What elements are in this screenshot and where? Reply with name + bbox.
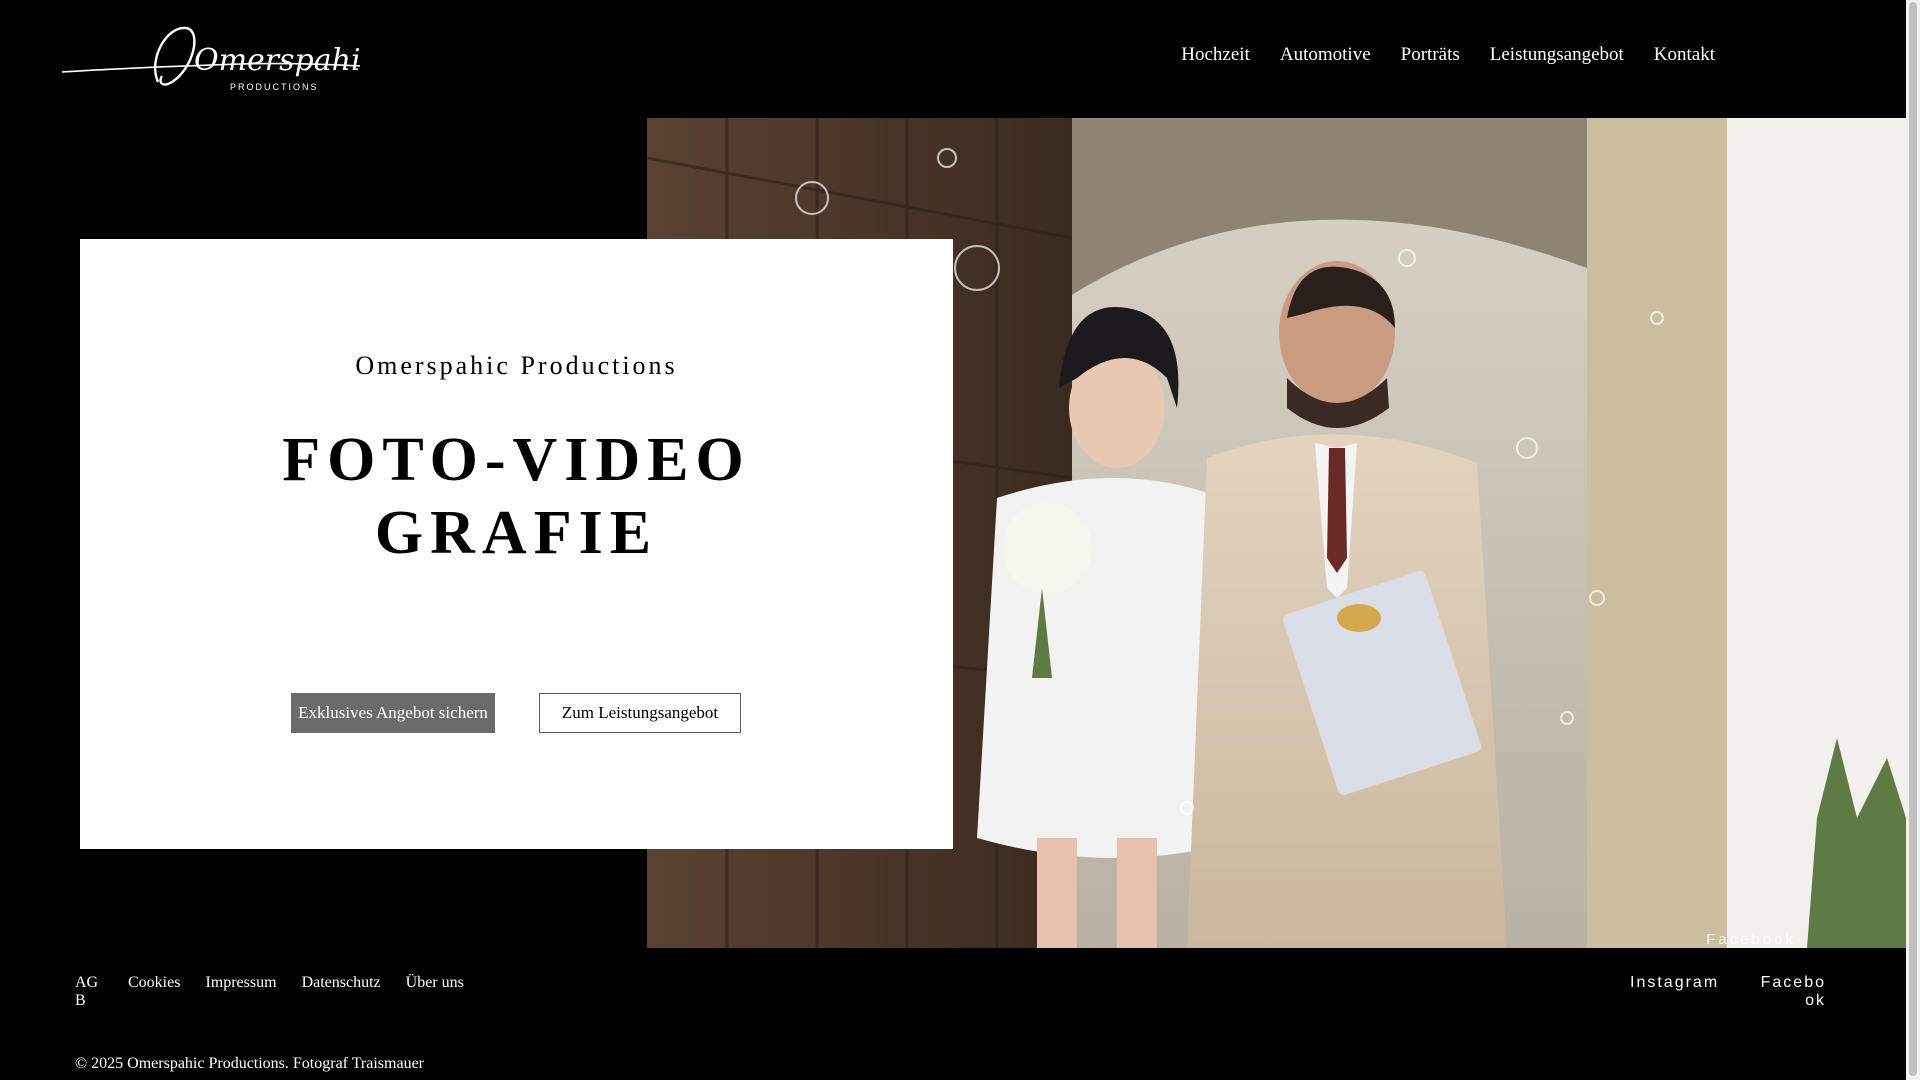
hero-title-line1: FOTO-VIDEO (282, 426, 751, 494)
hero-title: FOTO-VIDEO GRAFIE (80, 424, 953, 570)
copyright-text: © 2025 Omerspahic Productions. Fotograf … (75, 1055, 425, 1072)
scrollbar-thumb[interactable] (1909, 2, 1917, 1076)
photo-caption: Facebook (1706, 931, 1796, 948)
hero-title-line2: GRAFIE (374, 499, 659, 567)
footer-link-impressum[interactable]: Impressum (205, 974, 276, 1010)
page-scrollbar[interactable] (1906, 0, 1920, 1080)
nav-leistungsangebot[interactable]: Leistungsangebot (1475, 42, 1639, 68)
main-nav: Hochzeit Automotive Porträts Leistungsan… (1166, 42, 1730, 68)
footer-link-agb[interactable]: AGB (75, 974, 101, 1010)
exclusive-offer-button[interactable]: Exklusives Angebot sichern (291, 693, 495, 733)
logo-subtext: PRODUCTIONS (230, 82, 319, 92)
logo[interactable]: Omerspahic PRODUCTIONS (61, 20, 378, 98)
footer-link-cookies[interactable]: Cookies (128, 974, 180, 1010)
nav-hochzeit[interactable]: Hochzeit (1166, 42, 1265, 68)
social-instagram-link[interactable]: Instagram (1630, 974, 1719, 992)
nav-kontakt[interactable]: Kontakt (1639, 42, 1730, 68)
nav-portraets[interactable]: Porträts (1386, 42, 1475, 68)
services-button[interactable]: Zum Leistungsangebot (539, 693, 741, 733)
footer-link-ueber-uns[interactable]: Über uns (406, 974, 464, 1010)
nav-automotive[interactable]: Automotive (1265, 42, 1386, 68)
footer-link-datenschutz[interactable]: Datenschutz (302, 974, 381, 1010)
hero-subtitle: Omerspahic Productions (355, 351, 678, 380)
social-facebook-link[interactable]: Facebook (1754, 974, 1826, 1010)
footer-links: AGB Cookies Impressum Datenschutz Über u… (75, 974, 489, 1010)
logo-text: Omerspahic (194, 43, 360, 78)
logo-graphic: Omerspahic PRODUCTIONS (61, 26, 378, 92)
hero-card: Omerspahic Productions FOTO-VIDEO GRAFIE… (80, 239, 953, 849)
